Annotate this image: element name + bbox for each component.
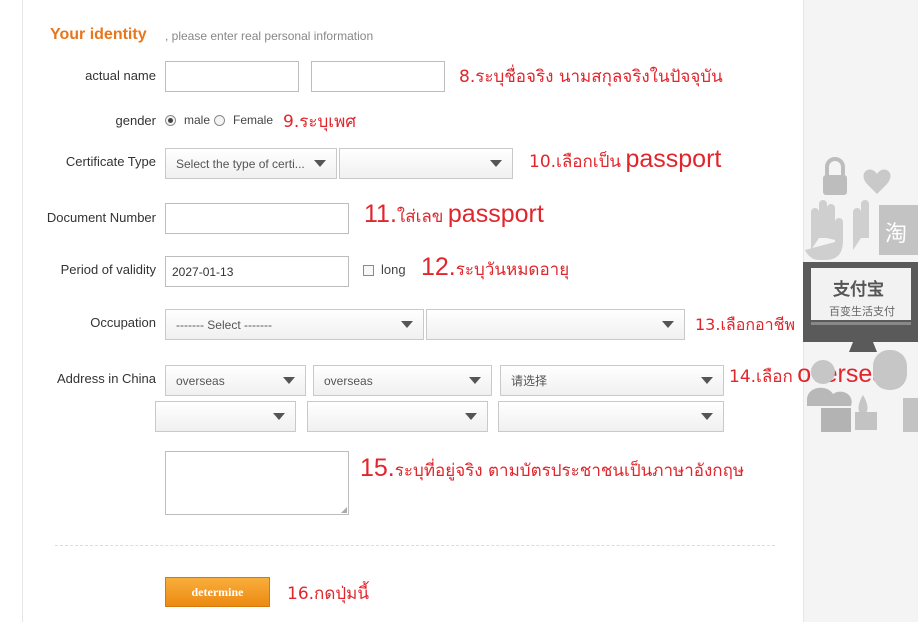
annotation-11-mid: ใส่เลข xyxy=(396,207,444,227)
document-number-label: Document Number xyxy=(46,210,156,225)
annotation-16: 16.กดปุ่มนี้ xyxy=(287,584,369,604)
occupation-label: Occupation xyxy=(90,315,156,330)
chevron-down-icon xyxy=(314,160,326,167)
chevron-down-icon xyxy=(273,413,285,420)
address-detail-textarea[interactable] xyxy=(165,451,349,515)
annotation-11: 11.ใส่เลข passport xyxy=(364,200,544,230)
address-province-select[interactable]: overseas xyxy=(165,365,306,396)
address-row2-select-c[interactable] xyxy=(498,401,724,432)
resize-handle-icon[interactable] xyxy=(341,507,347,513)
validity-date-input[interactable]: 2027-01-13 xyxy=(165,256,349,287)
address-city-text: overseas xyxy=(324,373,373,388)
occupation-select[interactable]: ------- Select ------- xyxy=(165,309,424,340)
section-hint: , please enter real personal information xyxy=(165,29,374,43)
address-district-select[interactable]: 请选择 xyxy=(500,365,724,396)
alipay-ad[interactable]: 淘 支付宝 百变生活支付 xyxy=(803,150,918,450)
annotation-9: 9.ระบุเพศ xyxy=(283,112,357,132)
document-number-input[interactable] xyxy=(165,203,349,234)
chevron-down-icon xyxy=(701,377,713,384)
annotation-14-prefix: 14.เลือก xyxy=(729,367,793,387)
section-divider xyxy=(55,545,775,546)
annotation-10: 10.เลือกเป็น passport xyxy=(529,145,721,175)
gender-female-radio[interactable] xyxy=(214,115,225,126)
address-district-text: 请选择 xyxy=(511,374,548,388)
address-row2-select-a[interactable] xyxy=(155,401,296,432)
validity-date-value: 2027-01-13 xyxy=(172,264,234,279)
occupation-detail-select[interactable] xyxy=(426,309,685,340)
annotation-11-word: passport xyxy=(447,200,544,228)
gender-male-label: male xyxy=(184,113,211,127)
alipay-tagline: 百变生活支付 xyxy=(829,305,895,318)
annotation-8: 8.ระบุชื่อจริง นามสกุลจริงในปัจจุบัน xyxy=(459,67,723,87)
gender-female-label: Female xyxy=(233,113,274,127)
radio-selected-dot xyxy=(168,118,173,123)
occupation-select-text: ------- Select ------- xyxy=(176,317,272,332)
gender-label: gender xyxy=(115,113,156,128)
annotation-10-word: passport xyxy=(625,145,722,173)
chevron-down-icon xyxy=(465,413,477,420)
address-row2-select-b[interactable] xyxy=(307,401,488,432)
validity-label: Period of validity xyxy=(60,262,156,277)
annotation-15-mid: ระบุที่อยู่จริง ตามบัตรประชาชนเป็นภาษาอั… xyxy=(394,461,745,481)
last-name-input[interactable] xyxy=(311,61,445,92)
chevron-down-icon xyxy=(469,377,481,384)
certificate-type-label: Certificate Type xyxy=(65,154,156,169)
tao-text: 淘 xyxy=(885,222,908,247)
gender-male-radio[interactable] xyxy=(165,115,176,126)
address-city-select[interactable]: overseas xyxy=(313,365,492,396)
long-validity-label: long xyxy=(381,262,406,277)
certificate-type-select[interactable]: Select the type of certi... xyxy=(165,148,337,179)
determine-button[interactable]: determine xyxy=(165,577,270,607)
annotation-10-prefix: 10.เลือกเป็น xyxy=(529,152,621,172)
actual-name-label: actual name xyxy=(85,68,156,83)
first-name-input[interactable] xyxy=(165,61,299,92)
address-province-text: overseas xyxy=(176,373,225,388)
chevron-down-icon xyxy=(701,413,713,420)
annotation-15-prefix: 15. xyxy=(360,454,395,482)
annotation-13: 13.เลือกอาชีพ xyxy=(695,315,796,334)
annotation-12: 12.ระบุวันหมดอายุ xyxy=(421,253,569,283)
long-validity-checkbox[interactable] xyxy=(363,265,374,276)
section-title: Your identity xyxy=(50,26,147,43)
certificate-type-select-text: Select the type of certi... xyxy=(176,156,305,171)
chevron-down-icon xyxy=(662,321,674,328)
ad-illustration xyxy=(803,157,918,432)
certificate-subtype-select[interactable] xyxy=(339,148,513,179)
annotation-11-prefix: 11. xyxy=(364,200,397,228)
chevron-down-icon xyxy=(283,377,295,384)
annotation-15: 15.ระบุที่อยู่จริง ตามบัตรประชาชนเป็นภาษ… xyxy=(360,454,744,484)
annotation-12-mid: ระบุวันหมดอายุ xyxy=(455,260,570,280)
address-label: Address in China xyxy=(57,371,156,386)
annotation-12-prefix: 12. xyxy=(421,253,456,281)
alipay-logo-text: 支付宝 xyxy=(833,280,884,300)
chevron-down-icon xyxy=(401,321,413,328)
chevron-down-icon xyxy=(490,160,502,167)
